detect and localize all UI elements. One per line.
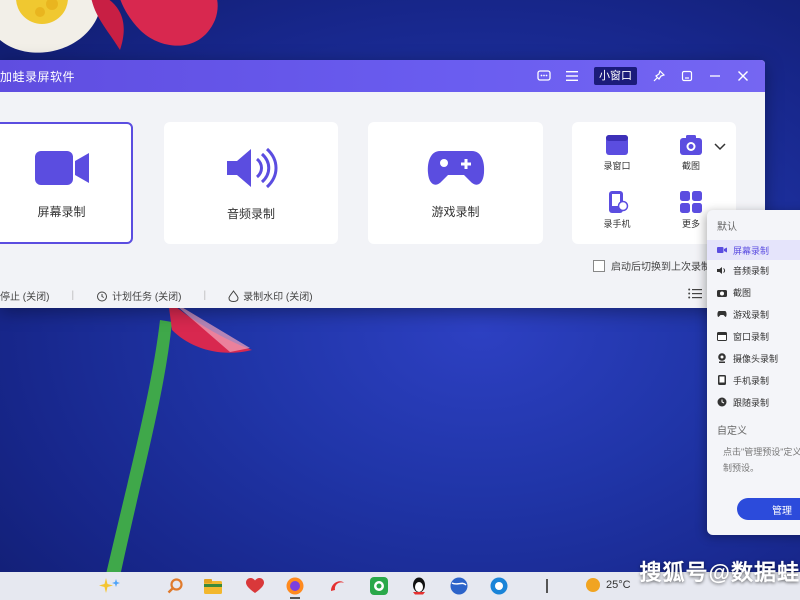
mini-window-button[interactable]: 小窗口 — [594, 67, 637, 85]
weather-temp: 25°C — [606, 579, 631, 591]
chevron-down-icon[interactable] — [714, 140, 726, 154]
window-record-item[interactable]: 录窗口 — [592, 134, 642, 182]
photo-camera-icon — [680, 135, 702, 155]
phone-record-item[interactable]: 录手机 — [592, 190, 642, 238]
water-drop-icon — [228, 289, 239, 302]
qq-penguin-icon[interactable] — [408, 576, 430, 596]
app-swirl-icon[interactable] — [326, 576, 348, 596]
firefox-icon[interactable] — [284, 576, 306, 599]
divider: | — [203, 290, 207, 301]
speaker-icon — [717, 265, 727, 275]
manage-presets-button[interactable]: 管理 — [737, 498, 800, 520]
list-view-icon[interactable] — [688, 288, 702, 302]
preset-item-screenshot[interactable]: 截图 — [707, 282, 800, 302]
speaker-icon — [227, 147, 278, 188]
card-label-screen: 屏幕录制 — [37, 204, 86, 219]
default-section-label: 默认 — [717, 222, 737, 233]
widgets-sparkle-icon[interactable] — [96, 576, 124, 596]
sun-icon — [586, 578, 600, 592]
preset-item-window[interactable]: 窗口录制 — [707, 326, 800, 346]
gamepad-icon — [717, 309, 727, 319]
follow-icon — [717, 397, 727, 407]
app-circle-icon[interactable] — [488, 576, 510, 596]
title-bar: 加蛙录屏软件 小窗口 — [0, 60, 765, 92]
screen-record-card[interactable]: 屏幕录制 — [0, 122, 133, 244]
menu-icon[interactable] — [562, 66, 582, 86]
webcam-icon — [717, 353, 727, 363]
pin-icon[interactable] — [649, 66, 669, 86]
preset-item-screen[interactable]: 屏幕录制 — [707, 240, 800, 260]
audio-record-card[interactable]: 音频录制 — [164, 122, 338, 244]
file-explorer-icon[interactable] — [202, 576, 224, 596]
title-controls: 小窗口 — [534, 60, 753, 92]
wechat-icon[interactable] — [368, 576, 390, 596]
autostart-checkbox[interactable] — [593, 259, 605, 272]
window-icon — [717, 331, 727, 341]
close-icon[interactable] — [733, 66, 753, 86]
preset-item-game[interactable]: 游戏录制 — [707, 304, 800, 324]
card-label-audio: 音频录制 — [226, 206, 275, 221]
app-heart-icon[interactable] — [244, 576, 266, 596]
weather-widget[interactable]: 25°C — [586, 578, 631, 592]
watermark-text: 搜狐号@数据蛙 — [639, 560, 800, 585]
screenshot-item[interactable]: 截图 — [666, 134, 716, 182]
status-row: 停止 (关闭) | 计划任务 (关闭) | 录制水印 (关闭) — [0, 288, 335, 303]
preset-item-audio[interactable]: 音频录制 — [707, 260, 800, 280]
gamepad-icon — [427, 150, 484, 185]
autostart-option[interactable]: 启动后切换到上次录制 — [593, 258, 711, 273]
stop-setting[interactable]: 停止 (关闭) — [0, 288, 49, 303]
watermark-setting[interactable]: 录制水印 (关闭) — [228, 288, 313, 303]
phone-icon — [717, 375, 727, 385]
preset-item-follow[interactable]: 跟随录制 — [707, 392, 800, 412]
mode-cards: 屏幕录制 音频录制 游戏录制 录窗口 截图 录手机 更多 — [0, 122, 765, 246]
preset-hint: 点击"管理预设"定义录制预设。 — [723, 447, 800, 473]
overflow-indicator[interactable] — [536, 576, 558, 596]
alarm-clock-icon — [97, 291, 108, 301]
app-window: 加蛙录屏软件 小窗口 屏幕录制 音频录制 游戏录制 录窗口 截图 录手机 更多 … — [0, 60, 765, 308]
schedule-setting[interactable]: 计划任务 (关闭) — [96, 288, 182, 303]
message-icon[interactable] — [534, 66, 554, 86]
browser-globe-icon[interactable] — [448, 576, 470, 596]
video-camera-icon — [34, 150, 89, 185]
grid-icon — [680, 191, 702, 213]
preset-item-phone[interactable]: 手机录制 — [707, 370, 800, 390]
phone-icon — [609, 191, 629, 213]
game-record-card[interactable]: 游戏录制 — [368, 122, 543, 244]
minimize-icon[interactable] — [705, 66, 725, 86]
preset-item-webcam[interactable]: 摄像头录制 — [707, 348, 800, 368]
preset-dropdown: 默认 屏幕录制 音频录制 截图 游戏录制 窗口录制 摄像头录制 手机录制 跟随录… — [707, 210, 800, 535]
divider: | — [71, 290, 75, 301]
camera-icon — [717, 245, 727, 255]
card-label-game: 游戏录制 — [431, 204, 480, 219]
window-icon — [606, 135, 628, 155]
minimize-to-tray-icon[interactable] — [677, 66, 697, 86]
photo-icon — [717, 287, 727, 297]
app-title: 加蛙录屏软件 — [0, 69, 76, 84]
autostart-label: 启动后切换到上次录制 — [611, 262, 711, 273]
search-icon[interactable] — [164, 576, 186, 596]
custom-section-label: 自定义 — [717, 426, 747, 437]
flower-stem-decoration — [100, 300, 252, 600]
